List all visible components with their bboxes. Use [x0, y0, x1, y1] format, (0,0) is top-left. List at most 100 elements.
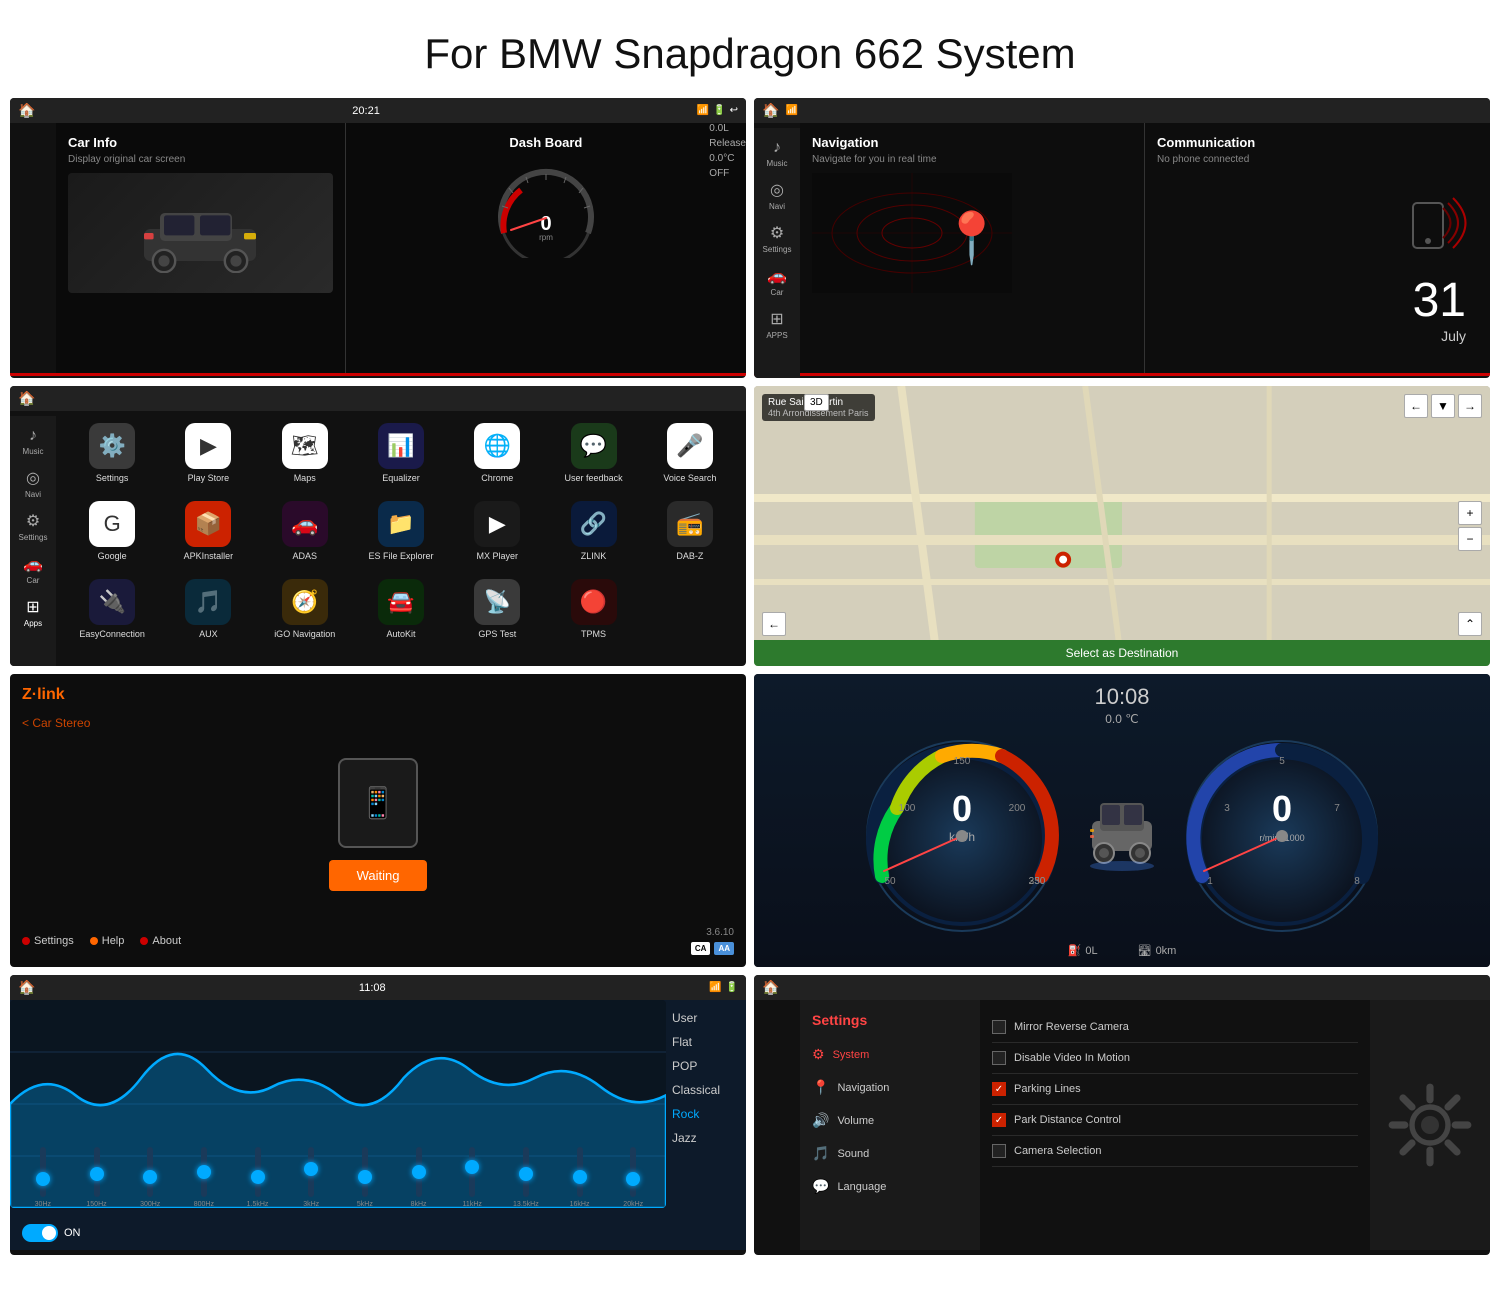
map-zoom-in[interactable]: +	[1458, 501, 1482, 525]
eq-thumb-5[interactable]	[304, 1162, 318, 1176]
settings-option-3[interactable]: ✓Park Distance Control	[992, 1105, 1358, 1136]
eq-thumb-10[interactable]	[573, 1170, 587, 1184]
eq-thumb-2[interactable]	[143, 1170, 157, 1184]
eq-thumb-4[interactable]	[251, 1170, 265, 1184]
app-item-dab-z[interactable]: 📻DAB-Z	[646, 501, 734, 571]
eq-thumb-9[interactable]	[519, 1167, 533, 1181]
app-item-equalizer[interactable]: 📊Equalizer	[357, 423, 445, 493]
eq-slider-11kHz[interactable]: 11kHz	[447, 1147, 497, 1208]
settings-option-2[interactable]: ✓Parking Lines	[992, 1074, 1358, 1105]
eq-slider-13.5kHz[interactable]: 13.5kHz	[501, 1147, 551, 1208]
home-icon-2[interactable]: 🏠	[762, 102, 779, 119]
eq-preset-pop[interactable]: POP	[666, 1056, 746, 1076]
eq-thumb-7[interactable]	[412, 1165, 426, 1179]
eq-preset-classical[interactable]: Classical	[666, 1080, 746, 1100]
svg-text:0: 0	[952, 788, 972, 829]
sidebar-music-3[interactable]: ♪ Music	[10, 422, 56, 461]
sidebar-car-3[interactable]: 🚗 Car	[10, 549, 56, 590]
eq-slider-3kHz[interactable]: 3kHz	[286, 1147, 336, 1208]
eq-slider-150Hz[interactable]: 150Hz	[72, 1147, 122, 1208]
settings-option-0[interactable]: Mirror Reverse Camera	[992, 1012, 1358, 1043]
waiting-button[interactable]: Waiting	[329, 860, 428, 891]
eq-slider-800Hz[interactable]: 800Hz	[179, 1147, 229, 1208]
sidebar-settings-2[interactable]: ⚙ Settings	[754, 218, 800, 259]
eq-preset-flat[interactable]: Flat	[666, 1032, 746, 1052]
map-back-btn[interactable]: ←	[1404, 394, 1428, 418]
settings-checkbox-4[interactable]	[992, 1144, 1006, 1158]
eq-thumb-1[interactable]	[90, 1167, 104, 1181]
settings-menu-volume[interactable]: 🔊Volume	[800, 1104, 980, 1137]
app-item-es-file-explorer[interactable]: 📁ES File Explorer	[357, 501, 445, 571]
sidebar-car-2[interactable]: 🚗 Car	[754, 261, 800, 302]
map-zoom-out[interactable]: −	[1458, 527, 1482, 551]
home-icon-7[interactable]: 🏠	[18, 979, 35, 996]
app-item-apkinstaller[interactable]: 📦APKInstaller	[164, 501, 252, 571]
settings-checkbox-1[interactable]	[992, 1051, 1006, 1065]
settings-checkbox-2[interactable]: ✓	[992, 1082, 1006, 1096]
settings-menu-system[interactable]: ⚙System	[800, 1038, 980, 1071]
back-arrow-btn[interactable]: ←	[762, 612, 786, 636]
app-item-maps[interactable]: 🗺Maps	[261, 423, 349, 493]
map-up-btn[interactable]: ▼	[1431, 394, 1455, 418]
map-collapse-btn[interactable]: ⌃	[1458, 612, 1482, 636]
app-item-aux[interactable]: 🎵AUX	[164, 579, 252, 649]
eq-thumb-0[interactable]	[36, 1172, 50, 1186]
eq-slider-1.5kHz[interactable]: 1.5kHz	[233, 1147, 283, 1208]
zlink-back-link[interactable]: < Car Stereo	[22, 716, 734, 730]
map-3d-button[interactable]: 3D	[804, 394, 829, 411]
zlink-help-link[interactable]: Help	[90, 935, 125, 947]
sidebar-apps-3[interactable]: ⊞ Apps	[10, 592, 56, 633]
eq-thumb-6[interactable]	[358, 1170, 372, 1184]
app-item-voice-search[interactable]: 🎤Voice Search	[646, 423, 734, 493]
app-item-easyconnection[interactable]: 🔌EasyConnection	[68, 579, 156, 649]
eq-slider-20kHz[interactable]: 20kHz	[608, 1147, 658, 1208]
app-item-adas[interactable]: 🚗ADAS	[261, 501, 349, 571]
app-item-tpms[interactable]: 🔴TPMS	[549, 579, 637, 649]
app-item-autokit[interactable]: 🚘AutoKit	[357, 579, 445, 649]
destination-bar[interactable]: Select as Destination	[754, 640, 1490, 666]
eq-slider-8kHz[interactable]: 8kHz	[394, 1147, 444, 1208]
eq-preset-jazz[interactable]: Jazz	[666, 1128, 746, 1148]
settings-checkbox-3[interactable]: ✓	[992, 1113, 1006, 1127]
eq-slider-300Hz[interactable]: 300Hz	[125, 1147, 175, 1208]
settings-checkbox-0[interactable]	[992, 1020, 1006, 1034]
settings-option-1[interactable]: Disable Video In Motion	[992, 1043, 1358, 1074]
settings-menu-sound[interactable]: 🎵Sound	[800, 1137, 980, 1170]
eq-slider-5kHz[interactable]: 5kHz	[340, 1147, 390, 1208]
map-back-arrow[interactable]: ←	[762, 612, 786, 636]
eq-slider-16kHz[interactable]: 16kHz	[555, 1147, 605, 1208]
settings-menu-language[interactable]: 💬Language	[800, 1170, 980, 1203]
app-item-google[interactable]: GGoogle	[68, 501, 156, 571]
app-item-mx-player[interactable]: ▶MX Player	[453, 501, 541, 571]
app-item-zlink[interactable]: 🔗ZLINK	[549, 501, 637, 571]
home-icon-3[interactable]: 🏠	[18, 390, 35, 407]
app-item-play-store[interactable]: ▶Play Store	[164, 423, 252, 493]
zlink-about-link[interactable]: About	[140, 935, 181, 947]
settings-option-4[interactable]: Camera Selection	[992, 1136, 1358, 1167]
eq-thumb-11[interactable]	[626, 1172, 640, 1186]
sidebar-navi-3[interactable]: ◎ Navi	[10, 463, 56, 504]
sidebar-apps-2[interactable]: ⊞ APPS	[754, 304, 800, 345]
eq-thumb-8[interactable]	[465, 1160, 479, 1174]
app-item-settings[interactable]: ⚙️Settings	[68, 423, 156, 493]
sidebar-music-2[interactable]: ♪ Music	[754, 134, 800, 173]
zlink-settings-link[interactable]: Settings	[22, 935, 74, 947]
back-icon[interactable]: ↩	[730, 105, 738, 116]
app-item-igo-navigation[interactable]: 🧭iGO Navigation	[261, 579, 349, 649]
app-item-user-feedback[interactable]: 💬User feedback	[549, 423, 637, 493]
collapse-btn[interactable]: ⌃	[1458, 612, 1482, 636]
eq-preset-rock[interactable]: Rock	[666, 1104, 746, 1124]
home-icon-8[interactable]: 🏠	[762, 979, 779, 996]
map-forward-btn[interactable]: →	[1458, 394, 1482, 418]
sidebar-navi-2[interactable]: ◎ Navi	[754, 175, 800, 216]
eq-preset-user[interactable]: User	[666, 1008, 746, 1028]
app-item-chrome[interactable]: 🌐Chrome	[453, 423, 541, 493]
eq-presets-list: User Flat POP Classical Rock Jazz	[666, 1000, 746, 1250]
eq-toggle[interactable]	[22, 1224, 58, 1242]
app-item-gps-test[interactable]: 📡GPS Test	[453, 579, 541, 649]
sidebar-settings-3[interactable]: ⚙ Settings	[10, 506, 56, 547]
home-icon-1[interactable]: 🏠	[18, 102, 35, 119]
eq-slider-30Hz[interactable]: 30Hz	[18, 1147, 68, 1208]
settings-menu-navigation[interactable]: 📍Navigation	[800, 1071, 980, 1104]
eq-thumb-3[interactable]	[197, 1165, 211, 1179]
